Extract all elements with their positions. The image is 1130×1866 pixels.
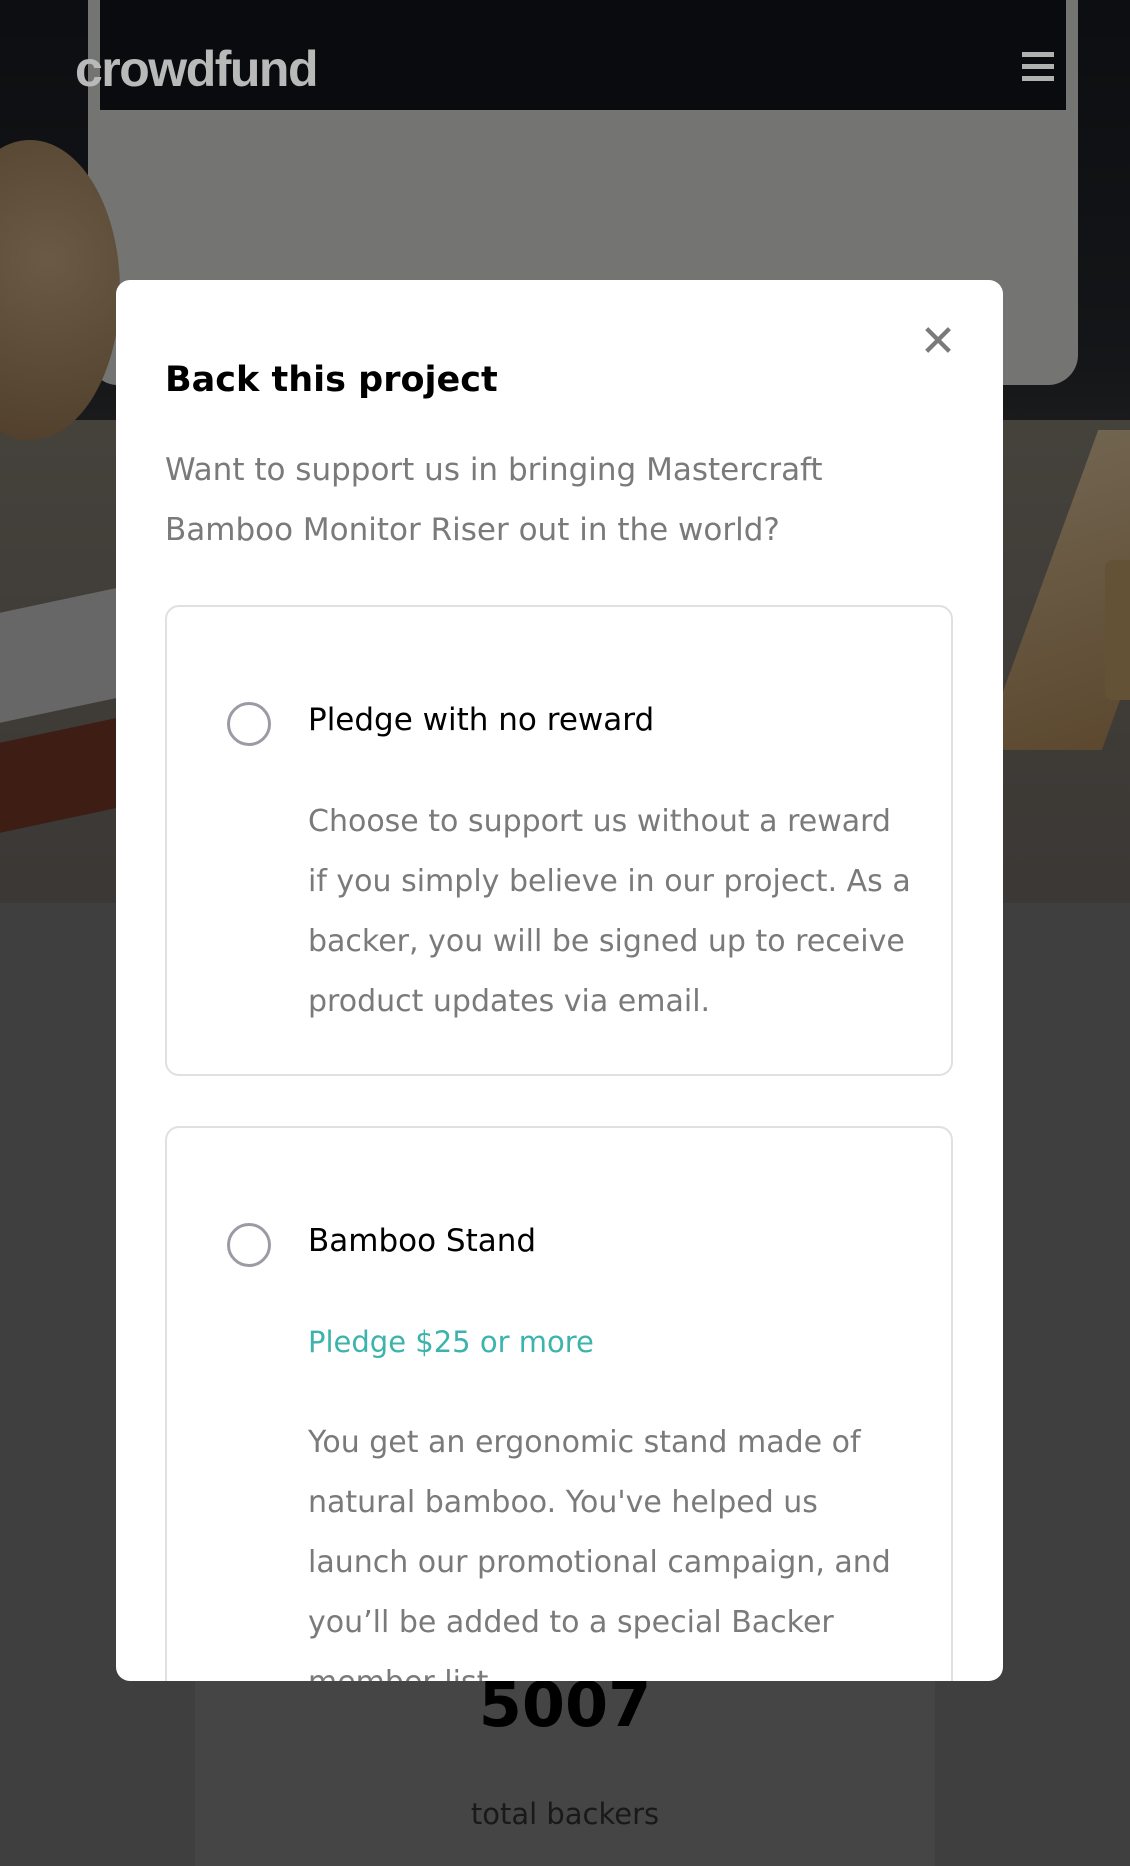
close-icon[interactable]: ✕ <box>918 320 958 364</box>
radio-button[interactable] <box>227 1223 271 1267</box>
modal-description: Want to support us in bringing Mastercra… <box>165 452 823 548</box>
option-description: Choose to support us without a reward if… <box>308 804 911 1019</box>
option-description: You get an ergonomic stand made of natur… <box>308 1425 891 1681</box>
modal-title: Back this project <box>165 360 498 400</box>
hamburger-icon[interactable] <box>1022 52 1054 82</box>
pledge-option-no-reward[interactable]: Pledge with no reward Choose to support … <box>165 605 953 1076</box>
radio-button[interactable] <box>227 702 271 746</box>
option-pledge-amount: Pledge $25 or more <box>308 1325 594 1359</box>
back-project-modal: ✕ Back this project Want to support us i… <box>116 280 1003 1681</box>
option-title: Bamboo Stand <box>308 1223 537 1259</box>
option-title: Pledge with no reward <box>308 702 655 738</box>
brand-logo[interactable]: crowdfund <box>75 40 319 98</box>
pledge-option-bamboo-stand[interactable]: Bamboo Stand Pledge $25 or more You get … <box>165 1126 953 1681</box>
